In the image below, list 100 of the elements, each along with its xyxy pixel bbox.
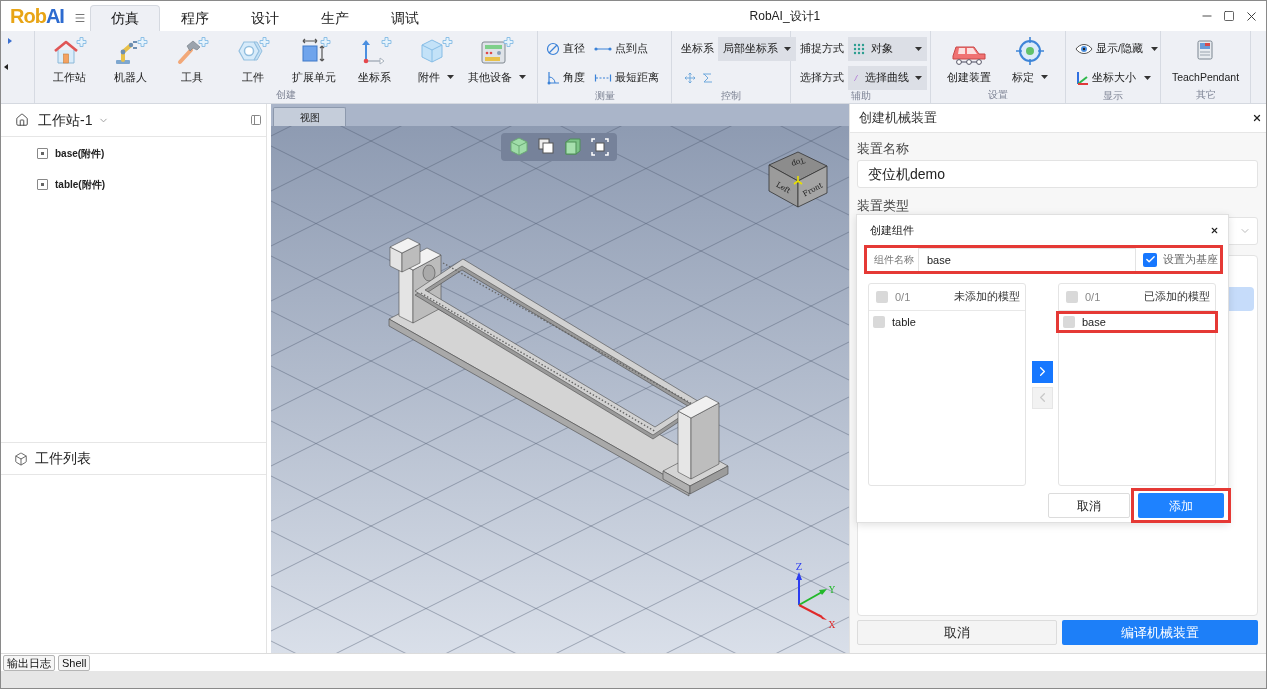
caret-icon: [1144, 76, 1151, 80]
close-icon[interactable]: [1252, 113, 1262, 123]
item-count: 0/1: [1085, 289, 1101, 305]
cube-icon: [14, 451, 28, 466]
expand-arrow-icon[interactable]: [8, 38, 12, 44]
field-label: 组件名称: [873, 253, 915, 267]
dropdown[interactable]: 选择曲线: [848, 66, 927, 90]
input-field[interactable]: base: [918, 248, 1136, 271]
eye-icon: [1075, 43, 1093, 55]
axes-icon: [1075, 70, 1089, 86]
ribbon-button[interactable]: 最短距离: [594, 66, 661, 90]
list-item[interactable]: table: [869, 314, 1025, 330]
close-icon[interactable]: [1210, 225, 1219, 235]
sigma-icon: [700, 72, 713, 84]
primary-button[interactable]: 编译机械装置: [1062, 620, 1258, 645]
group-label: 创建: [275, 89, 297, 103]
dropdown[interactable]: 局部坐标系: [718, 37, 796, 61]
group-label: 设置: [987, 89, 1009, 103]
ribbon-button[interactable]: 扩展单元: [283, 37, 344, 83]
ribbon-button[interactable]: 标定: [999, 37, 1060, 83]
checkbox[interactable]: [1063, 316, 1075, 328]
angle-icon: [546, 71, 560, 85]
checkbox[interactable]: [876, 291, 888, 303]
field-label: 装置名称: [857, 142, 910, 156]
menu-tab[interactable]: 生产: [299, 5, 370, 31]
menu-tab[interactable]: 程序: [159, 5, 230, 31]
caret-icon: [519, 75, 526, 79]
app-logo: RobAI: [10, 6, 64, 26]
tree-item[interactable]: base(附件): [1, 143, 266, 163]
caret-icon: [784, 47, 791, 51]
curve-icon: [853, 72, 859, 84]
ribbon-button[interactable]: 角度: [546, 66, 594, 90]
checkbox[interactable]: [873, 316, 885, 328]
ribbon-button[interactable]: 机器人: [100, 37, 161, 83]
output-tab[interactable]: Shell: [58, 654, 91, 671]
fit-view-icon[interactable]: [590, 137, 609, 157]
grid-dots-icon: [853, 43, 865, 55]
group-label: 控制: [720, 90, 742, 103]
ribbon-button[interactable]: 坐标系: [344, 37, 405, 83]
diameter-icon: [546, 42, 560, 56]
home-icon: [15, 113, 29, 127]
tree-title: 工作站-1: [38, 110, 93, 130]
ribbon-button[interactable]: 其他设备: [466, 37, 528, 83]
caret-icon: [1040, 75, 1048, 79]
group-label: 辅助: [849, 90, 872, 103]
axis-label: Z: [795, 562, 803, 572]
list-title: 未添加的模型: [954, 289, 1020, 305]
view-tab[interactable]: 视图: [273, 107, 346, 126]
cube-icon: [418, 37, 453, 65]
dropdown[interactable]: 对象: [848, 37, 927, 61]
section-title: 工件列表: [35, 449, 91, 468]
menu-tab[interactable]: 调试: [369, 5, 440, 31]
caret-icon: [915, 76, 922, 80]
collapse-arrow-icon[interactable]: [4, 64, 8, 70]
group-label: 其它: [1194, 89, 1217, 103]
ribbon-button[interactable]: 工作站: [39, 37, 100, 83]
tree-item[interactable]: table(附件): [1, 174, 266, 194]
menu-tab[interactable]: 仿真: [89, 5, 160, 31]
node-icon: [37, 147, 48, 159]
ribbon-button[interactable]: 创建装置: [938, 37, 999, 83]
shaded-cube-icon[interactable]: [509, 137, 528, 157]
panel-toggle-icon[interactable]: [250, 114, 262, 126]
caret-icon: [1150, 47, 1158, 51]
output-tab[interactable]: 输出日志: [3, 654, 55, 671]
robot-arm-icon: [113, 37, 148, 65]
list-item[interactable]: base: [1059, 314, 1215, 330]
cancel-button[interactable]: 取消: [1048, 493, 1130, 518]
checkbox[interactable]: [1143, 252, 1157, 267]
caret-icon: [446, 75, 454, 79]
menu-tab[interactable]: 设计: [229, 5, 300, 31]
primary-button[interactable]: 添加: [1138, 493, 1224, 518]
ribbon-button[interactable]: 工具: [161, 37, 222, 83]
solid-cube-icon[interactable]: [563, 137, 582, 157]
ribbon-button[interactable]: 附件: [405, 37, 466, 83]
axis-label: X: [828, 620, 836, 630]
ribbon-button[interactable]: 工件: [222, 37, 283, 83]
cancel-button[interactable]: 取消: [857, 620, 1057, 645]
caret-icon: [915, 47, 922, 51]
checkbox-label: 设置为基座: [1163, 251, 1218, 267]
item-count: 0/1: [895, 289, 911, 305]
input-field[interactable]: 变位机demo: [857, 160, 1258, 188]
ribbon-button[interactable]: 点到点: [594, 37, 650, 61]
checkbox[interactable]: [1066, 291, 1078, 303]
group-label: 显示: [1102, 90, 1124, 103]
panel-title: 创建机械装置: [859, 109, 937, 128]
field-label: 选择方式: [800, 70, 844, 86]
menu-icon[interactable]: [73, 11, 86, 24]
field-label: 坐标系: [681, 41, 714, 57]
group-label: 测量: [593, 90, 616, 103]
ribbon-button[interactable]: 显示/隐藏: [1075, 37, 1160, 61]
node-icon: [37, 178, 48, 190]
ribbon-button[interactable]: 坐标大小: [1075, 66, 1153, 90]
ribbon-button[interactable]: TeachPendant: [1169, 37, 1242, 83]
ribbon-button[interactable]: 直径: [546, 37, 594, 61]
cubes-icon[interactable]: [536, 137, 555, 157]
control-panel-icon: [480, 37, 514, 65]
maximize-icon[interactable]: [1223, 10, 1235, 22]
target-icon: [1015, 37, 1044, 65]
transfer-button[interactable]: [1031, 360, 1053, 383]
move-icon: [683, 72, 696, 84]
